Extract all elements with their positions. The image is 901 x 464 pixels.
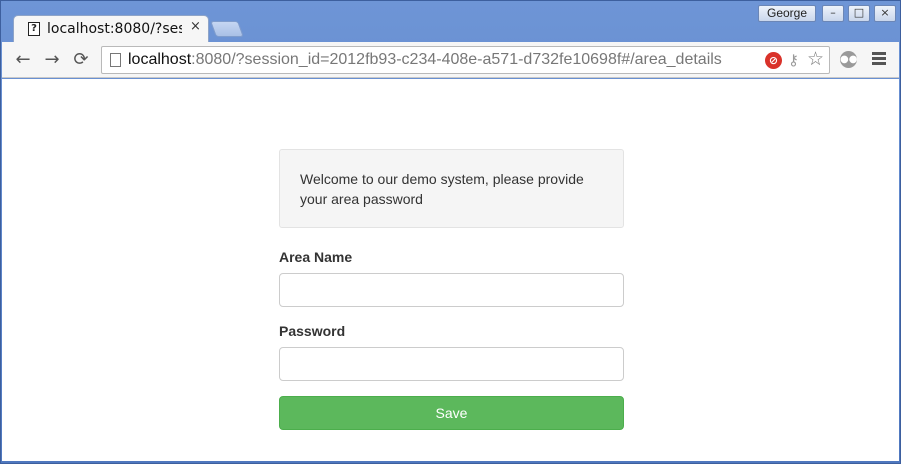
password-input[interactable] [279,347,624,381]
url-path: :8080/?session_id=2012fb93-c234-408e-a57… [191,51,722,68]
url-host: localhost [128,51,192,68]
ghost-extension-icon[interactable]: ●● [840,51,857,68]
profile-button[interactable]: George [758,5,816,22]
area-name-input[interactable] [279,273,624,307]
key-icon[interactable]: ⚷ [788,51,799,69]
new-tab-button[interactable] [210,21,244,37]
tab-close-icon[interactable]: × [190,19,201,34]
address-bar[interactable]: localhost:8080/?session_id=2012fb93-c234… [101,46,830,74]
red-extension-icon[interactable]: ⊘ [765,52,782,69]
reload-button[interactable]: ⟳ [70,49,92,71]
save-button[interactable]: Save [279,396,624,430]
page-content: Welcome to our demo system, please provi… [2,79,899,461]
tab-active[interactable]: ? localhost:8080/?session_id=2012fb93-c2… [13,15,209,43]
page-favicon-icon: ? [28,22,40,36]
password-label: Password [279,323,346,339]
tab-title: localhost:8080/?session_id=2012fb93-c234… [47,21,182,37]
area-name-label: Area Name [279,249,353,265]
maximize-button[interactable]: □ [848,5,870,22]
welcome-notice: Welcome to our demo system, please provi… [279,149,624,228]
star-icon[interactable]: ☆ [807,48,824,70]
url-text[interactable]: localhost:8080/?session_id=2012fb93-c234… [128,51,722,69]
menu-icon[interactable] [872,52,886,67]
back-button[interactable]: ← [12,49,34,71]
browser-toolbar: ← → ⟳ localhost:8080/?session_id=2012fb9… [2,42,899,78]
minimize-button[interactable]: – [822,5,844,22]
browser-window: ? localhost:8080/?session_id=2012fb93-c2… [0,0,901,464]
forward-button[interactable]: → [41,49,63,71]
tab-strip: ? localhost:8080/?session_id=2012fb93-c2… [1,1,900,43]
close-window-button[interactable]: × [874,5,896,22]
page-icon [110,53,121,67]
